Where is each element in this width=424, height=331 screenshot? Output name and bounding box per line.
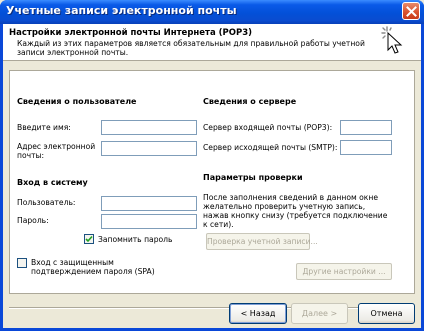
cursor-sparkle-icon bbox=[381, 26, 403, 54]
close-icon bbox=[406, 6, 417, 17]
footer-divider bbox=[9, 307, 415, 309]
incoming-server-field[interactable] bbox=[340, 120, 392, 135]
email-label: Адрес электронной почты: bbox=[17, 142, 96, 160]
dialog-body: Настройки электронной почты Интернета (P… bbox=[3, 24, 421, 328]
name-label: Введите имя: bbox=[17, 123, 71, 132]
remember-password-checkbox[interactable] bbox=[84, 234, 94, 244]
back-button[interactable]: < Назад bbox=[229, 303, 287, 324]
outgoing-server-label: Сервер исходящей почты (SMTP): bbox=[203, 143, 338, 152]
incoming-server-label: Сервер входящей почты (POP3): bbox=[203, 123, 333, 132]
title-bar[interactable]: Учетные записи электронной почты bbox=[0, 0, 424, 24]
close-button[interactable] bbox=[402, 2, 420, 20]
next-button[interactable]: Далее > bbox=[291, 303, 348, 324]
more-settings-button[interactable]: Другие настройки ... bbox=[296, 263, 392, 280]
spa-label: Вход с защищенным подтверждением пароля … bbox=[31, 258, 155, 276]
server-info-title: Сведения о сервере bbox=[203, 97, 297, 106]
password-field[interactable] bbox=[101, 214, 197, 229]
user-field[interactable] bbox=[101, 196, 197, 211]
outgoing-server-field[interactable] bbox=[340, 140, 392, 155]
user-info-title: Сведения о пользователе bbox=[17, 97, 137, 106]
wizard-header: Настройки электронной почты Интернета (P… bbox=[3, 24, 421, 61]
checkmark-icon bbox=[85, 235, 93, 243]
header-title: Настройки электронной почты Интернета (P… bbox=[9, 28, 253, 38]
user-label: Пользователь: bbox=[17, 198, 76, 207]
remember-password-label: Запомнить пароль bbox=[98, 235, 173, 244]
email-field[interactable] bbox=[101, 141, 197, 156]
password-label: Пароль: bbox=[17, 216, 49, 225]
test-settings-description: После заполнения сведений в данном окне … bbox=[203, 193, 388, 229]
header-description: Каждый из этих параметров является обяза… bbox=[17, 39, 365, 57]
test-settings-title: Параметры проверки bbox=[203, 173, 303, 182]
login-title: Вход в систему bbox=[17, 178, 88, 187]
cancel-button[interactable]: Отмена bbox=[358, 303, 415, 324]
name-field[interactable] bbox=[101, 120, 197, 135]
dialog-window: Учетные записи электронной почты Настрой… bbox=[0, 0, 424, 331]
window-title: Учетные записи электронной почты bbox=[6, 4, 237, 17]
spa-checkbox[interactable] bbox=[17, 258, 27, 268]
settings-panel: Сведения о пользователе Введите имя: Адр… bbox=[9, 70, 415, 294]
test-account-button[interactable]: Проверка учетной записи... bbox=[206, 233, 318, 250]
